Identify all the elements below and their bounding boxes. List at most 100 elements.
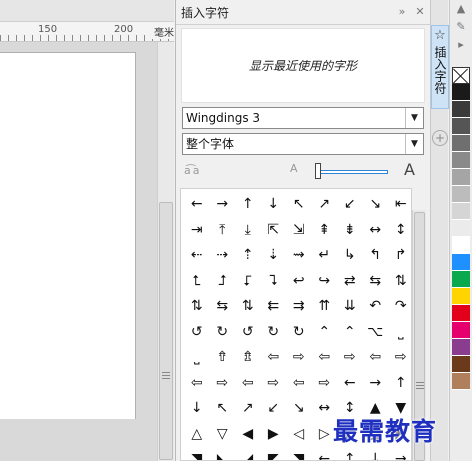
glyph-cell[interactable]: ◢: [235, 447, 261, 460]
glyph-cell[interactable]: ⇤: [388, 192, 411, 218]
glyph-cell[interactable]: ◣: [210, 447, 236, 460]
glyph-cell[interactable]: ◀: [235, 422, 261, 448]
glyph-cell[interactable]: ⇨: [261, 371, 287, 397]
glyph-cell[interactable]: ⇇: [261, 294, 287, 320]
font-select[interactable]: Wingdings 3 ▼: [182, 107, 424, 129]
color-swatch[interactable]: [452, 135, 470, 152]
color-swatch[interactable]: [452, 339, 470, 356]
glyph-cell[interactable]: ↙: [337, 192, 363, 218]
color-swatch[interactable]: [452, 169, 470, 186]
glyph-cell[interactable]: ⇅: [388, 269, 411, 295]
glyph-cell[interactable]: ⇮: [210, 345, 236, 371]
glyph-cell[interactable]: ⇄: [337, 269, 363, 295]
glyph-cell[interactable]: ⇆: [363, 269, 389, 295]
glyph-cell[interactable]: ⇝: [286, 243, 312, 269]
glyph-cell[interactable]: ◁: [286, 422, 312, 448]
tab-insert-character[interactable]: ☆ 插入字符: [431, 25, 449, 109]
glyph-cell[interactable]: ↺: [184, 320, 210, 346]
zoom-slider-thumb[interactable]: [315, 163, 321, 179]
glyph-cell[interactable]: ⮤: [184, 269, 210, 295]
expand-icon[interactable]: »: [394, 4, 410, 20]
glyph-cell[interactable]: ↘: [363, 192, 389, 218]
glyph-cell[interactable]: ⇨: [210, 371, 236, 397]
glyph-cell[interactable]: ⤒: [210, 218, 236, 244]
glyph-cell[interactable]: ⇦: [363, 345, 389, 371]
glyph-cell[interactable]: ⌃: [337, 320, 363, 346]
canvas-scrollbar-thumb[interactable]: [159, 202, 173, 460]
glyph-cell[interactable]: ▶: [261, 422, 287, 448]
glyph-cell[interactable]: ↻: [286, 320, 312, 346]
color-swatch[interactable]: [452, 288, 470, 305]
glyph-cell[interactable]: ⮦: [235, 269, 261, 295]
eyedropper-icon[interactable]: ✎: [450, 18, 472, 36]
glyph-cell[interactable]: ↖: [286, 192, 312, 218]
document-page[interactable]: [0, 52, 136, 419]
glyph-cell[interactable]: ◥: [184, 447, 210, 460]
glyph-cell[interactable]: ←: [337, 371, 363, 397]
glyph-cell[interactable]: ↙: [261, 396, 287, 422]
glyph-cell[interactable]: ↰: [363, 243, 389, 269]
glyph-cell[interactable]: ↑: [388, 371, 411, 397]
glyph-cell[interactable]: ◥: [286, 447, 312, 460]
glyph-cell[interactable]: ⇦: [312, 345, 338, 371]
glyph-cell[interactable]: ←: [184, 192, 210, 218]
glyph-cell[interactable]: ⇈: [312, 294, 338, 320]
glyph-cell[interactable]: ⌃: [312, 320, 338, 346]
glyph-cell[interactable]: ⇦: [235, 371, 261, 397]
glyph-cell[interactable]: ⇠: [184, 243, 210, 269]
color-swatch[interactable]: [452, 271, 470, 288]
color-swatch[interactable]: [452, 356, 470, 373]
glyph-cell[interactable]: ⇨: [388, 345, 411, 371]
glyph-cell[interactable]: ↔: [363, 218, 389, 244]
zoom-slider-track[interactable]: [318, 170, 388, 174]
glyph-cell[interactable]: →: [210, 192, 236, 218]
zoom-in-icon[interactable]: A: [404, 160, 415, 179]
glyph-cell[interactable]: ⎵: [184, 345, 210, 371]
glyph-cell[interactable]: ⇅: [235, 294, 261, 320]
glyph-cell[interactable]: ⮥: [210, 269, 236, 295]
glyph-cell[interactable]: ⇨: [286, 345, 312, 371]
chevron-down-icon[interactable]: ▼: [405, 134, 423, 154]
color-swatch[interactable]: [452, 152, 470, 169]
glyph-cell[interactable]: ⇟: [337, 218, 363, 244]
subset-select[interactable]: 整个字体 ▼: [182, 133, 424, 155]
color-swatch[interactable]: [452, 84, 470, 101]
color-swatch[interactable]: [452, 203, 470, 220]
close-icon[interactable]: ✕: [412, 4, 428, 20]
glyph-cell[interactable]: ⎵: [388, 320, 411, 346]
glyph-info-icon[interactable]: a͡a: [184, 164, 201, 177]
glyph-cell[interactable]: ⇥: [184, 218, 210, 244]
glyph-cell[interactable]: ⇦: [184, 371, 210, 397]
glyph-cell[interactable]: ⇉: [286, 294, 312, 320]
zoom-out-icon[interactable]: A: [290, 162, 298, 175]
glyph-cell[interactable]: ↓: [261, 192, 287, 218]
glyph-cell[interactable]: ↘: [286, 396, 312, 422]
glyph-cell[interactable]: ↱: [388, 243, 411, 269]
glyph-cell[interactable]: ↕: [388, 218, 411, 244]
glyph-cell[interactable]: ⇲: [286, 218, 312, 244]
glyph-cell[interactable]: ←: [312, 447, 338, 460]
glyph-cell[interactable]: ⇆: [210, 294, 236, 320]
glyph-cell[interactable]: ↳: [337, 243, 363, 269]
color-swatch[interactable]: [452, 237, 470, 254]
glyph-cell[interactable]: ⇢: [210, 243, 236, 269]
glyph-cell[interactable]: ⇦: [261, 345, 287, 371]
glyph-cell[interactable]: ↖: [210, 396, 236, 422]
glyph-cell[interactable]: →: [388, 447, 411, 460]
glyph-cell[interactable]: ↺: [235, 320, 261, 346]
glyph-cell[interactable]: ↓: [363, 447, 389, 460]
glyph-cell[interactable]: ↑: [235, 192, 261, 218]
glyph-cell[interactable]: ↻: [210, 320, 236, 346]
glyph-cell[interactable]: ⇨: [312, 371, 338, 397]
glyph-cell[interactable]: ↗: [312, 192, 338, 218]
chevron-down-icon[interactable]: ▼: [405, 108, 423, 128]
horizontal-ruler[interactable]: 150 200 毫米: [0, 22, 174, 42]
glyph-cell[interactable]: ▽: [210, 422, 236, 448]
glyph-cell[interactable]: ↓: [184, 396, 210, 422]
glyph-cell[interactable]: ⇦: [286, 371, 312, 397]
color-swatch[interactable]: [452, 373, 470, 390]
glyph-cell[interactable]: →: [363, 371, 389, 397]
scroll-up-icon[interactable]: ▲: [450, 0, 472, 18]
glyph-cell[interactable]: ↶: [363, 294, 389, 320]
glyph-cell[interactable]: ↩: [286, 269, 312, 295]
